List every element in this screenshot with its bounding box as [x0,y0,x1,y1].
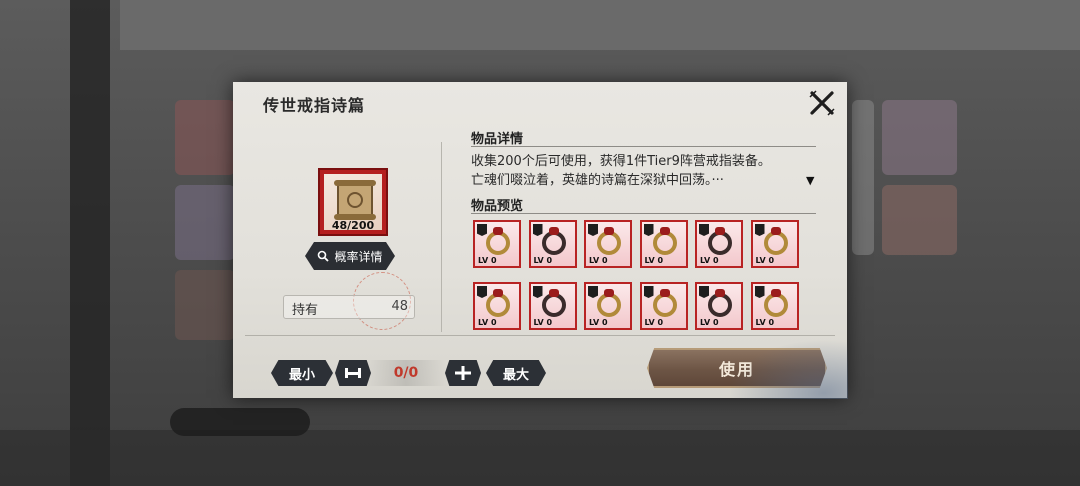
slot-level: LV 0 [478,256,497,265]
slot-level: LV 0 [755,256,775,265]
gem-icon [659,227,670,235]
faction-badge-icon [754,224,765,236]
holding-row: 持有 48 [283,295,415,319]
item-dialog: 传世戒指诗篇 48/200 概率详情 持有 48 物品详情 收集200个后可使用… [233,82,848,399]
gem-icon [770,289,781,297]
preview-ring-slot[interactable]: LV 0 [584,282,632,330]
preview-ring-slot[interactable]: LV 0 [473,282,521,330]
faction-badge-icon [477,286,487,298]
holding-value: 48 [391,299,408,314]
use-button[interactable]: 使用 [647,348,827,388]
gem-icon [604,227,614,235]
bottom-divider [245,335,835,336]
plus-icon [455,366,471,380]
item-count: 48/200 [331,219,375,232]
preview-heading: 物品预览 [471,199,524,214]
column-divider [441,142,442,332]
holding-label: 持有 [292,303,319,318]
background-header [120,0,1080,50]
item-description: 收集200个后可使用，获得1件Tier9阵营戒指装备。 亡魂们啜泣着，英雄的诗篇… [471,152,811,190]
details-heading: 物品详情 [471,132,524,147]
description-line-1: 收集200个后可使用，获得1件Tier9阵营戒指装备。 [471,154,771,169]
preview-ring-slot[interactable]: LV 0 [584,220,632,268]
gem-icon [548,289,559,297]
slot-level: LV 0 [700,318,719,327]
max-label: 最大 [502,367,529,383]
slot-level: LV 0 [533,318,553,327]
slot-level: LV 0 [755,318,775,327]
faction-badge-icon [754,286,765,298]
min-label: 最小 [288,367,315,383]
faction-badge-icon [643,224,654,236]
gem-icon [493,227,503,235]
probability-details-label: 概率详情 [334,249,383,264]
faction-badge-icon [532,224,543,236]
gem-icon [659,289,670,297]
faction-badge-icon [588,286,598,298]
background-card [175,270,235,340]
close-icon [809,90,835,116]
max-button[interactable]: 最大 [486,360,546,386]
preview-ring-slot[interactable]: LV 0 [695,220,743,268]
faction-badge-icon [699,224,709,236]
faction-badge-icon [699,286,709,298]
description-line-2: 亡魂们啜泣着，英雄的诗篇在深狱中回荡。··· [471,173,724,188]
gem-icon [770,227,781,235]
slot-level: LV 0 [700,256,719,265]
dialog-title: 传世戒指诗篇 [263,96,366,115]
preview-ring-slot[interactable]: LV 0 [473,220,521,268]
minus-icon [345,368,361,378]
slot-level: LV 0 [478,318,497,327]
details-divider [471,146,816,147]
quantity-display: 0/0 [365,360,447,386]
background-card [175,100,235,175]
background-card [882,100,957,175]
gem-icon [604,289,614,297]
faction-badge-icon [532,286,543,298]
preview-ring-slot[interactable]: LV 0 [750,282,799,330]
faction-badge-icon [643,286,654,298]
expand-description-button[interactable]: ▼ [806,174,814,187]
chevron-down-icon: ▼ [806,174,815,187]
slot-level: LV 0 [533,256,553,265]
increase-button[interactable] [445,360,481,386]
background-button [170,408,310,436]
faction-badge-icon [477,224,487,236]
preview-ring-slot[interactable]: LV 0 [528,220,577,268]
preview-ring-slot[interactable]: LV 0 [528,282,577,330]
min-button[interactable]: 最小 [271,360,333,386]
gem-icon [548,227,559,235]
gem-icon [715,289,725,297]
scroll-item-icon[interactable]: 48/200 [318,168,388,236]
slot-level: LV 0 [644,318,664,327]
slot-level: LV 0 [589,256,608,265]
preview-divider [471,213,816,214]
slot-level: LV 0 [644,256,664,265]
preview-ring-slot[interactable]: LV 0 [639,220,688,268]
background-pillar [70,0,110,486]
close-button[interactable] [807,88,837,118]
gem-icon [493,289,503,297]
preview-ring-slot[interactable]: LV 0 [695,282,743,330]
slot-level: LV 0 [589,318,608,327]
probability-details-button[interactable]: 概率详情 [305,242,395,270]
background-card [852,100,874,255]
use-label: 使用 [718,360,755,379]
preview-ring-slot[interactable]: LV 0 [639,282,688,330]
background-card [175,185,235,260]
background-floor [0,430,1080,486]
faction-badge-icon [588,224,598,236]
search-icon [318,250,330,262]
preview-ring-slot[interactable]: LV 0 [750,220,799,268]
gem-icon [715,227,725,235]
background-card [882,185,957,255]
